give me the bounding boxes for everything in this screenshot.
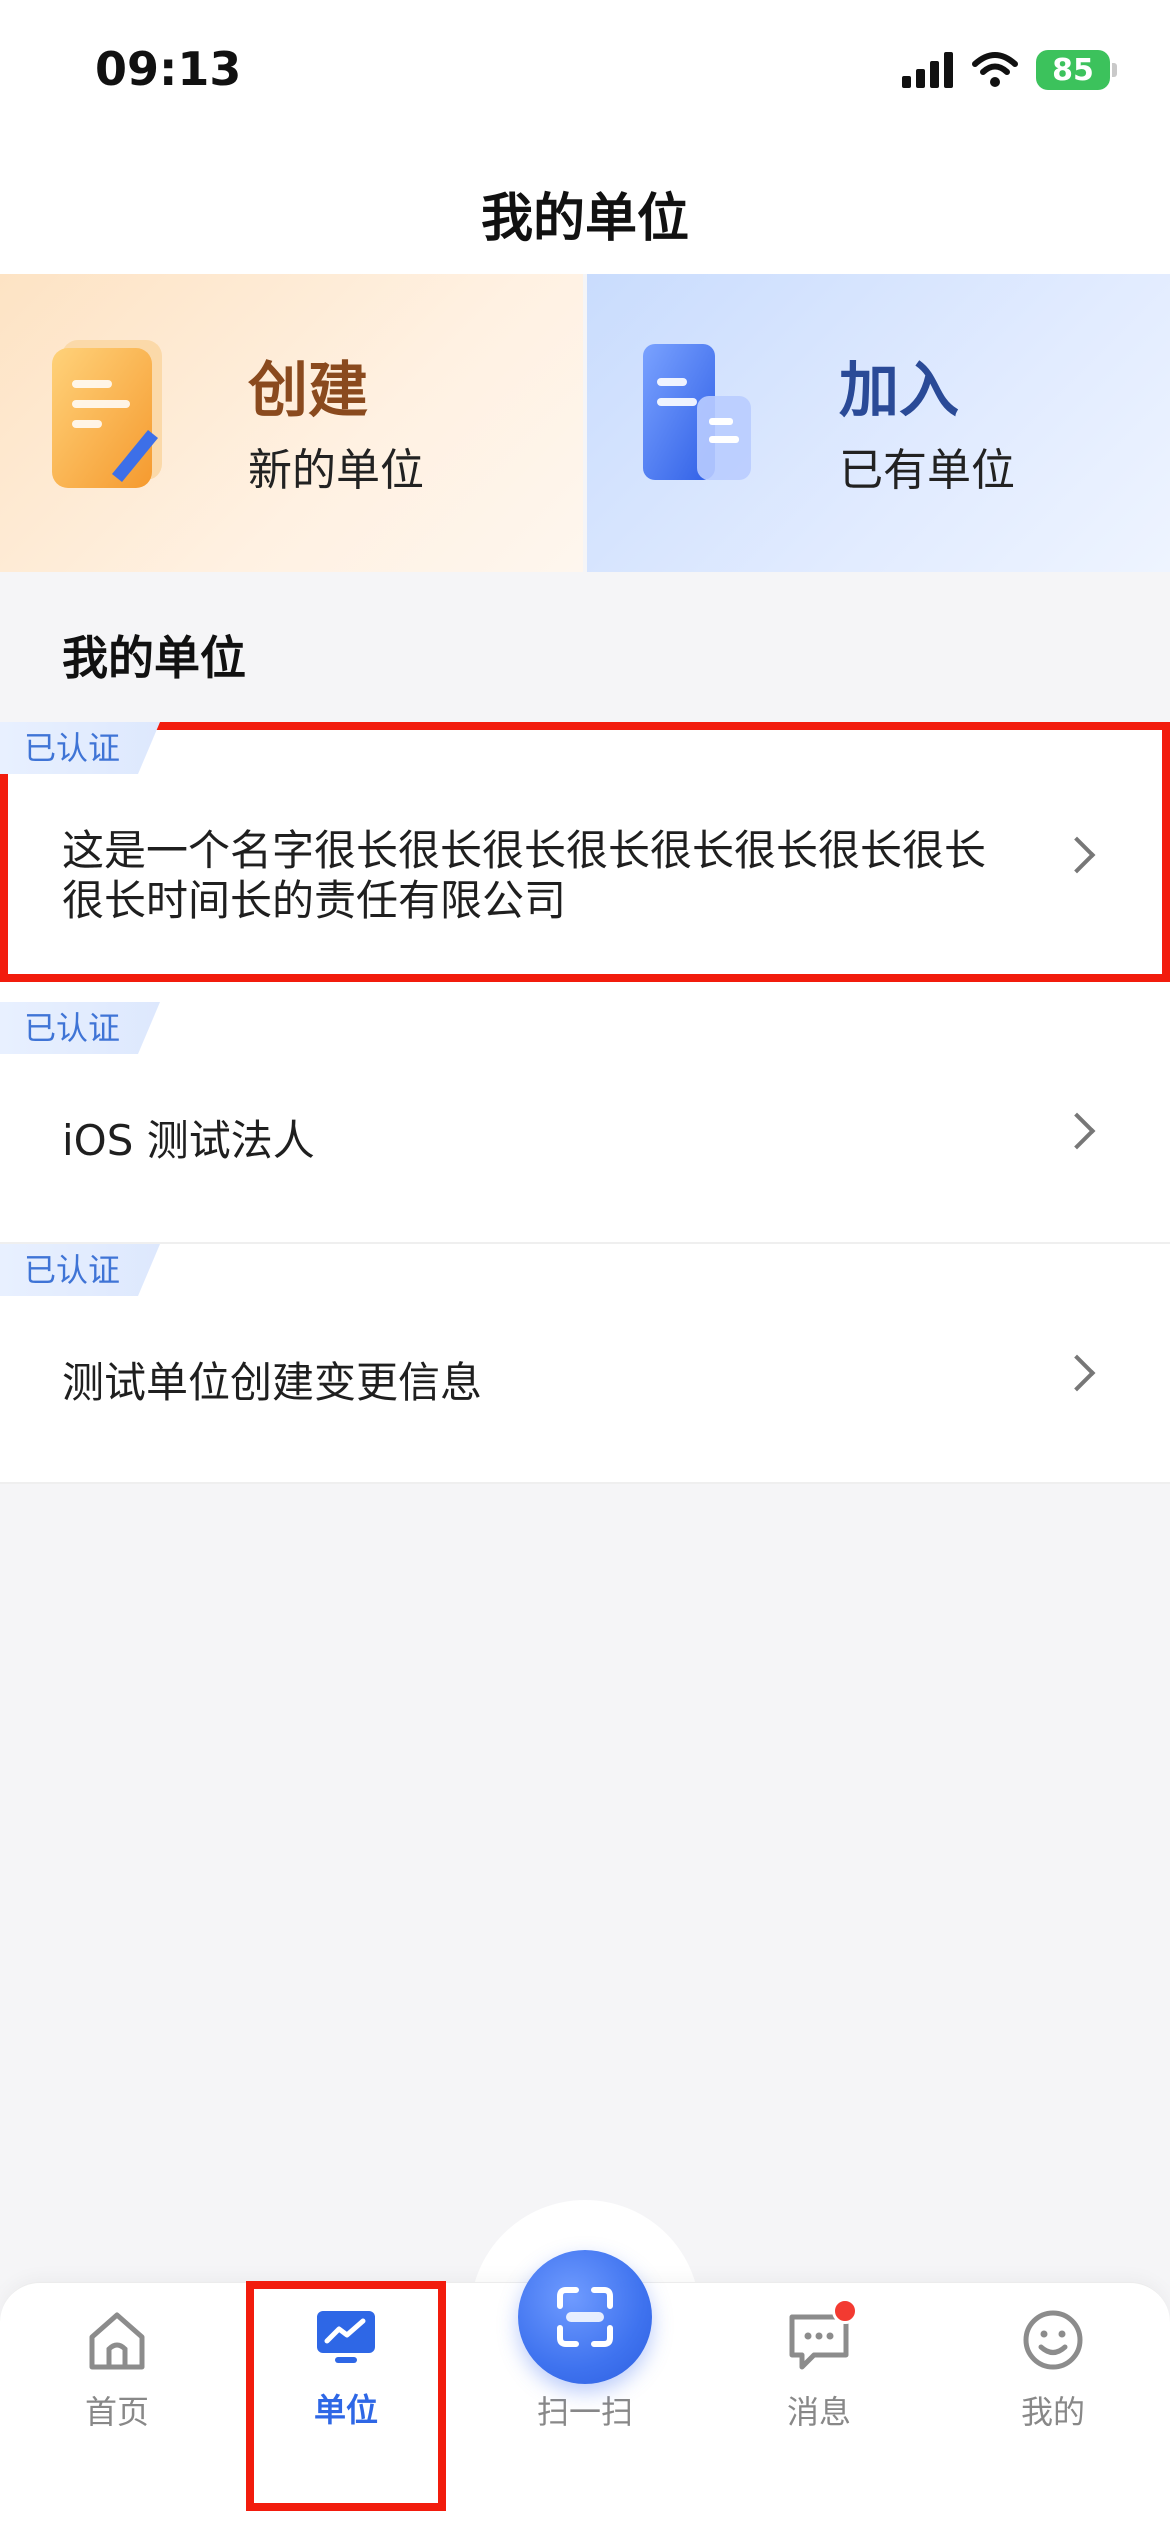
- join-card-subtitle: 已有单位: [839, 445, 1015, 496]
- app-screen: 09:13 85 我的单位 创建 新的单位 加入 已有单位 我的单位 已认证 这…: [0, 0, 1170, 2532]
- chevron-right-icon: [1058, 1354, 1096, 1392]
- join-building-icon: [643, 344, 751, 480]
- join-card-title: 加入: [839, 356, 959, 426]
- unit-name: iOS 测试法人: [62, 1116, 315, 1165]
- tab-messages-label: 消息: [786, 2393, 851, 2431]
- tab-scan-label: 扫一扫: [536, 2393, 633, 2431]
- join-unit-card[interactable]: 加入 已有单位: [587, 274, 1170, 572]
- create-card-subtitle: 新的单位: [248, 445, 424, 496]
- unit-list-item[interactable]: 已认证 iOS 测试法人: [0, 1002, 1170, 1244]
- tab-mine[interactable]: 我的: [936, 2283, 1170, 2532]
- tab-mine-label: 我的: [1020, 2393, 1085, 2431]
- chevron-right-icon: [1058, 836, 1096, 874]
- nav-bar: 我的单位: [0, 150, 1170, 274]
- status-icons: 85: [902, 50, 1117, 90]
- unit-name: 测试单位创建变更信息: [62, 1358, 483, 1407]
- page-title: 我的单位: [480, 189, 689, 249]
- battery-indicator: 85: [1036, 50, 1117, 90]
- home-icon: [89, 2312, 145, 2370]
- tab-messages[interactable]: 消息: [702, 2283, 936, 2532]
- unit-list: 已认证 这是一个名字很长很长很长很长很长很长很长很长很长时间长的责任有限公司 已…: [0, 722, 1170, 1484]
- create-document-icon: [52, 340, 162, 488]
- wifi-icon: [972, 52, 1018, 87]
- scan-icon: [557, 2287, 613, 2347]
- smiley-icon: [1023, 2310, 1083, 2370]
- unread-dot: [832, 2298, 858, 2324]
- status-bar: 09:13 85: [0, 0, 1170, 150]
- tab-home-label: 首页: [84, 2393, 149, 2431]
- tab-units[interactable]: 单位: [246, 2281, 446, 2511]
- verified-badge: 已认证: [0, 1244, 160, 1296]
- section-title: 我的单位: [62, 631, 246, 685]
- tab-home[interactable]: 首页: [0, 2283, 234, 2532]
- unit-list-item[interactable]: 已认证 这是一个名字很长很长很长很长很长很长很长很长很长时间长的责任有限公司: [0, 722, 1170, 982]
- verified-badge: 已认证: [0, 722, 160, 774]
- status-time: 09:13: [95, 42, 242, 96]
- unit-list-item[interactable]: 已认证 测试单位创建变更信息: [0, 1244, 1170, 1484]
- verified-badge: 已认证: [0, 1002, 160, 1054]
- battery-level: 85: [1052, 52, 1094, 88]
- scan-button[interactable]: [518, 2250, 652, 2384]
- tab-units-label: 单位: [313, 2391, 378, 2429]
- action-cards: 创建 新的单位 加入 已有单位: [0, 274, 1170, 572]
- cellular-signal-icon: [902, 52, 953, 88]
- unit-name: 这是一个名字很长很长很长很长很长很长很长很长很长时间长的责任有限公司: [62, 826, 987, 925]
- create-unit-card[interactable]: 创建 新的单位: [0, 274, 583, 572]
- create-card-title: 创建: [248, 356, 368, 426]
- chevron-right-icon: [1058, 1112, 1096, 1150]
- unit-chart-icon: [317, 2311, 375, 2363]
